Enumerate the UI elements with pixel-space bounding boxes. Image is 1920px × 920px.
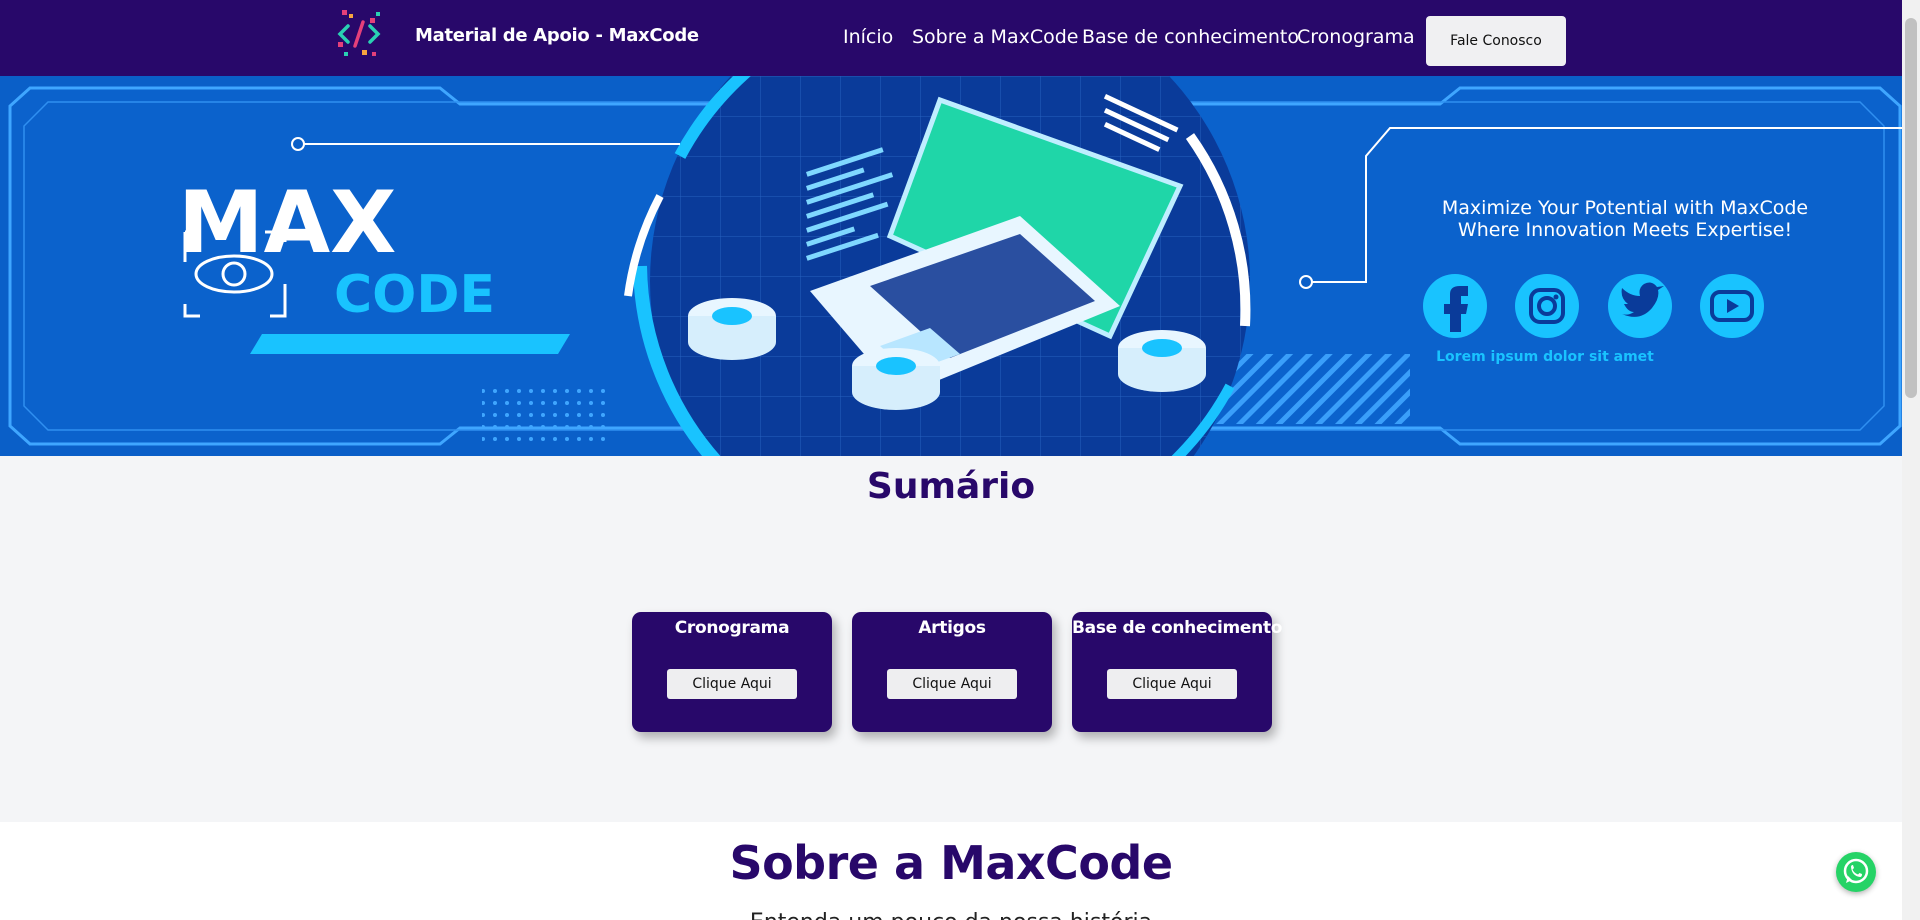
- hero-tagline-line2: Where Innovation Meets Expertise!: [1458, 219, 1792, 241]
- hero-logo-max: MAX: [178, 173, 396, 273]
- nav-link-inicio[interactable]: Início: [843, 26, 893, 48]
- whatsapp-icon: [1843, 858, 1869, 884]
- whatsapp-button[interactable]: [1836, 852, 1876, 892]
- pod-right: [1118, 330, 1206, 392]
- pod-left: [688, 298, 776, 360]
- about-title: Sobre a MaxCode: [729, 836, 1173, 890]
- card-title: Artigos: [918, 618, 986, 638]
- card-title: Base de conhecimento: [1072, 618, 1283, 638]
- card-artigos: Artigos Clique Aqui: [852, 612, 1052, 732]
- instagram-icon[interactable]: [1515, 274, 1579, 338]
- summary-cards: Cronograma Clique Aqui Artigos Clique Aq…: [0, 612, 1902, 732]
- pod-middle: [852, 348, 940, 410]
- about-text: Entenda um pouco da nossa história: [0, 910, 1902, 920]
- card-cronograma-button[interactable]: Clique Aqui: [667, 669, 797, 699]
- card-title: Cronograma: [674, 618, 790, 638]
- nav-link-cronograma[interactable]: Cronograma: [1297, 26, 1415, 48]
- facebook-icon[interactable]: [1423, 274, 1487, 338]
- hero-illustration: MAX CODE Maximize Your Potential with Ma…: [0, 76, 1902, 456]
- hero-banner: MAX CODE Maximize Your Potential with Ma…: [0, 76, 1902, 456]
- about-section: Sobre a MaxCode Entenda um pouco da noss…: [0, 822, 1902, 920]
- card-cronograma: Cronograma Clique Aqui: [632, 612, 832, 732]
- card-base-conhecimento-button[interactable]: Clique Aqui: [1107, 669, 1237, 699]
- scrollbar-thumb[interactable]: [1905, 18, 1917, 398]
- youtube-icon[interactable]: [1700, 274, 1764, 338]
- top-navbar: Material de Apoio - MaxCode Início Sobre…: [0, 0, 1902, 76]
- hero-caption: Lorem ipsum dolor sit amet: [1436, 349, 1654, 365]
- page-scrollbar[interactable]: [1902, 0, 1920, 920]
- card-base-conhecimento: Base de conhecimento Clique Aqui: [1072, 612, 1283, 732]
- summary-title: Sumário: [866, 466, 1036, 507]
- contact-button[interactable]: Fale Conosco: [1426, 16, 1566, 66]
- twitter-icon[interactable]: [1608, 274, 1672, 338]
- hero-logo-code: CODE: [334, 265, 495, 325]
- main-nav: Início Sobre a MaxCode Base de conhecime…: [0, 26, 1902, 56]
- card-artigos-button[interactable]: Clique Aqui: [887, 669, 1017, 699]
- nav-link-sobre[interactable]: Sobre a MaxCode: [912, 26, 1078, 48]
- hero-tagline-line1: Maximize Your Potential with MaxCode: [1442, 197, 1808, 219]
- nav-link-base-conhecimento[interactable]: Base de conhecimento: [1082, 26, 1299, 48]
